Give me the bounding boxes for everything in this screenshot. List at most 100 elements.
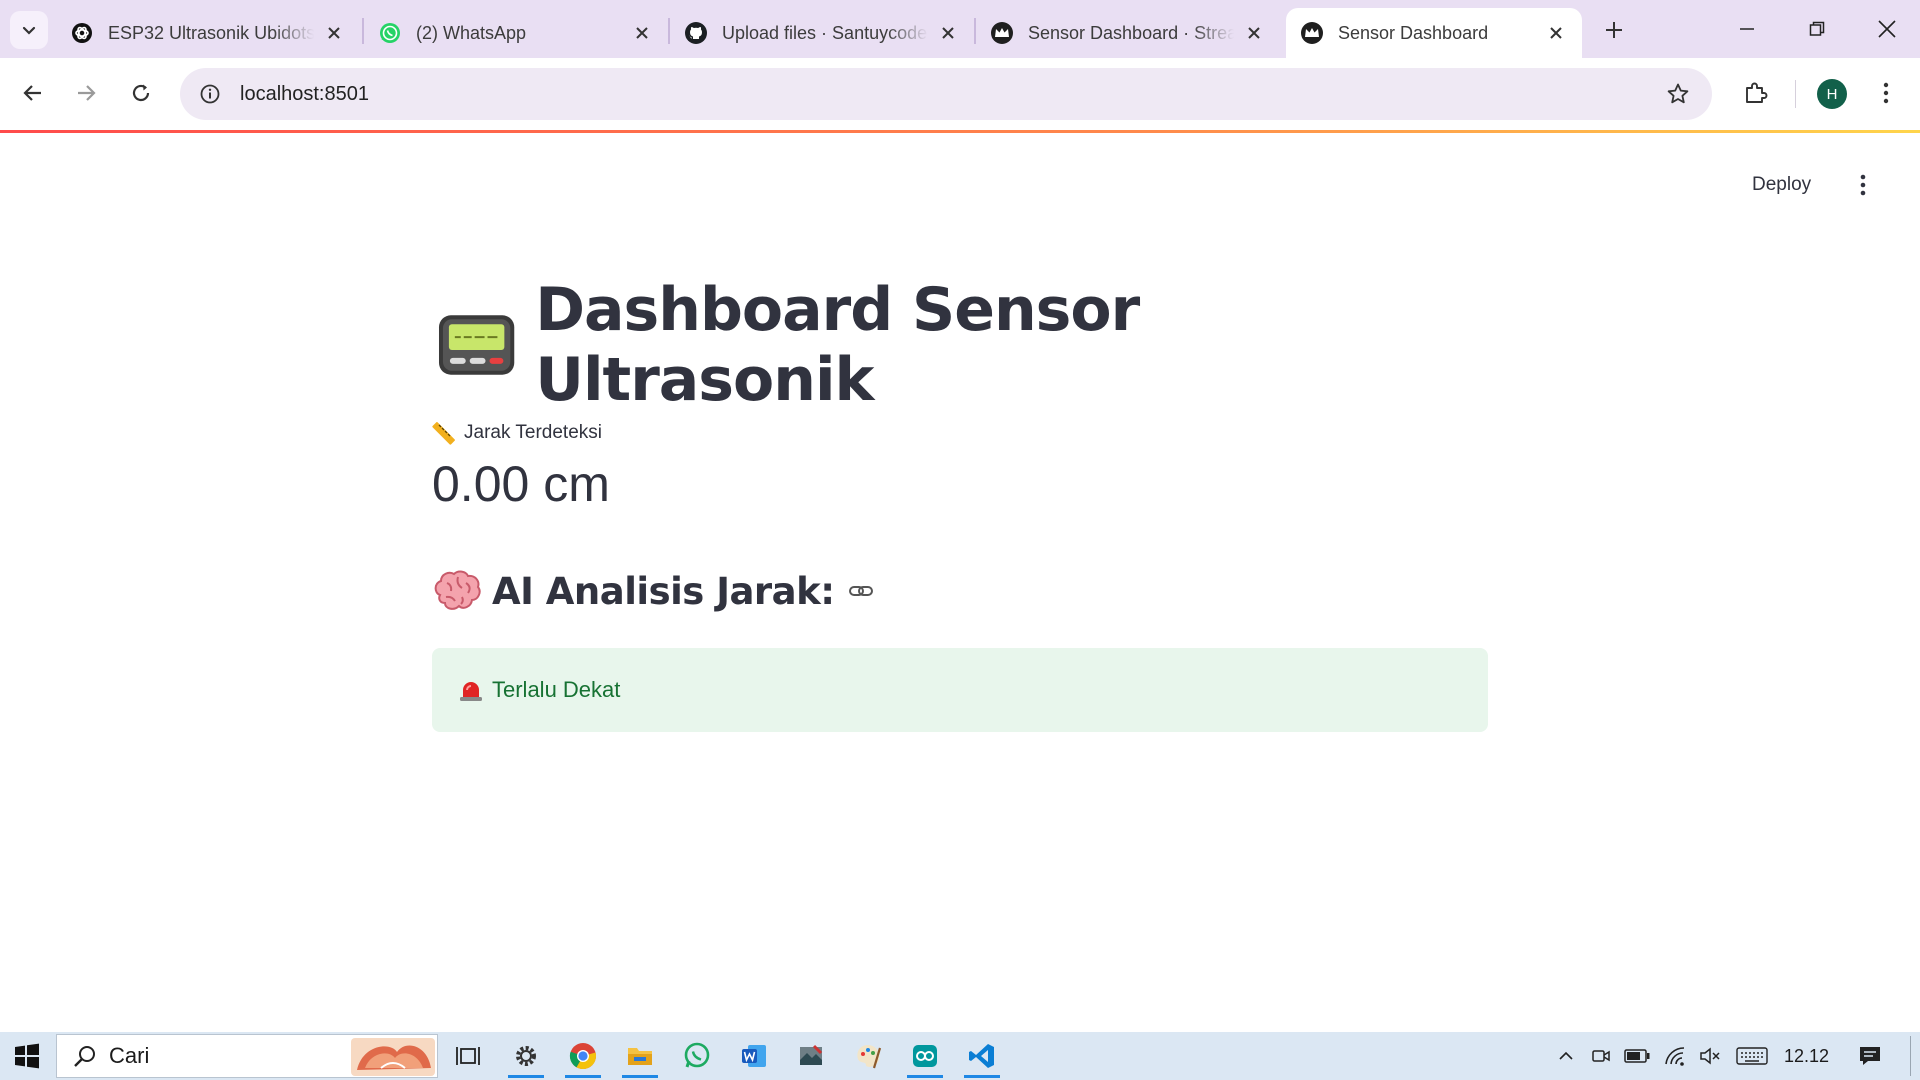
close-icon[interactable] xyxy=(630,21,654,45)
start-button[interactable] xyxy=(0,1032,54,1080)
tab-title: Sensor Dashboard · Streamlit xyxy=(1028,22,1234,43)
openai-icon xyxy=(70,21,94,45)
forward-button[interactable] xyxy=(65,72,107,114)
taskbar-vscode-app[interactable] xyxy=(956,1032,1008,1080)
analysis-result-alert: Terlalu Dekat xyxy=(432,648,1488,732)
tray-meet-now[interactable] xyxy=(1588,1032,1614,1080)
streamlit-decoration-bar xyxy=(0,130,1920,133)
tray-battery[interactable] xyxy=(1622,1032,1652,1080)
file-explorer-icon xyxy=(628,1048,652,1065)
reload-button[interactable] xyxy=(120,72,162,114)
tab-strip: ESP32 Ultrasonik Ubidots (2) WhatsApp Up… xyxy=(0,0,1920,58)
whatsapp-icon xyxy=(684,1042,710,1068)
arrow-left-icon xyxy=(23,85,41,101)
minimize-button[interactable] xyxy=(1712,0,1782,58)
metric-value: 0.00 cm xyxy=(432,456,610,512)
tab-title: Sensor Dashboard xyxy=(1338,22,1489,43)
site-info-icon[interactable] xyxy=(184,68,236,120)
browser-tab[interactable]: Upload files · Santuycode xyxy=(670,8,974,58)
whatsapp-icon xyxy=(378,21,402,45)
wifi-icon xyxy=(1665,1047,1685,1066)
tab-search-button[interactable] xyxy=(10,11,48,49)
running-indicator xyxy=(964,1075,1000,1078)
close-icon[interactable] xyxy=(936,21,960,45)
arrow-right-icon xyxy=(78,85,96,101)
back-button[interactable] xyxy=(12,72,54,114)
deploy-button[interactable]: Deploy xyxy=(1740,168,1823,202)
notification-center-button[interactable] xyxy=(1848,1032,1892,1080)
analysis-heading: AI Analisis Jarak: xyxy=(432,564,1488,618)
paint-icon xyxy=(857,1045,882,1069)
chrome-icon xyxy=(569,1043,596,1070)
taskbar-whatsapp-app[interactable] xyxy=(671,1032,723,1080)
taskbar-pinned-app[interactable] xyxy=(785,1032,837,1080)
chevron-down-icon xyxy=(22,26,36,35)
arduino-icon xyxy=(913,1045,937,1067)
vscode-icon xyxy=(969,1044,994,1068)
battery-icon xyxy=(1624,1049,1650,1063)
streamlit-crown-icon xyxy=(990,21,1014,45)
link-icon[interactable] xyxy=(847,577,875,605)
running-indicator xyxy=(508,1075,544,1078)
minimize-icon xyxy=(1740,28,1754,30)
settings-icon xyxy=(516,1046,536,1066)
task-view-icon xyxy=(456,1047,480,1065)
taskbar-chrome-app[interactable] xyxy=(557,1032,609,1080)
kebab-menu-icon xyxy=(1860,174,1866,196)
extensions-button[interactable] xyxy=(1735,72,1777,114)
metric-label-text: Jarak Terdeteksi xyxy=(464,422,602,443)
close-icon[interactable] xyxy=(1544,21,1568,45)
show-hidden-icons-button[interactable] xyxy=(1552,1032,1580,1080)
taskbar-paint-app[interactable] xyxy=(842,1032,894,1080)
browser-tab[interactable]: ESP32 Ultrasonik Ubidots xyxy=(56,8,360,58)
taskbar-search-box[interactable]: Cari xyxy=(56,1034,438,1078)
profile-avatar[interactable]: H xyxy=(1817,79,1847,109)
bookmark-star-icon[interactable] xyxy=(1664,80,1692,108)
browser-toolbar: localhost:8501 H xyxy=(0,58,1920,130)
taskbar-word-app[interactable] xyxy=(728,1032,780,1080)
close-icon xyxy=(1878,20,1896,38)
close-icon[interactable] xyxy=(1242,21,1266,45)
search-icon xyxy=(63,1034,107,1078)
analysis-heading-text: AI Analisis Jarak: xyxy=(492,569,835,613)
word-icon xyxy=(742,1045,766,1067)
brain-icon xyxy=(434,570,481,610)
page-title-text: Dashboard Sensor Ultrasonik xyxy=(535,275,1140,415)
new-tab-button[interactable] xyxy=(1596,12,1632,48)
task-view-button[interactable] xyxy=(442,1032,494,1080)
restore-icon xyxy=(1809,21,1825,36)
browser-tab[interactable]: Sensor Dashboard · Streamlit xyxy=(976,8,1280,58)
tray-volume[interactable] xyxy=(1696,1032,1724,1080)
tab-title: Upload files · Santuycode xyxy=(722,22,928,43)
metric-label: Jarak Terdeteksi xyxy=(432,418,1488,448)
browser-menu-button[interactable] xyxy=(1868,72,1904,114)
browser-tab[interactable]: (2) WhatsApp xyxy=(364,8,668,58)
tray-network[interactable] xyxy=(1660,1032,1690,1080)
show-desktop-button[interactable] xyxy=(1910,1036,1911,1076)
windows-taskbar: Cari 12.12 xyxy=(0,1032,1920,1080)
main-content: Dashboard Sensor Ultrasonik Jarak Terdet… xyxy=(432,275,1488,732)
page-title: Dashboard Sensor Ultrasonik xyxy=(432,275,1488,415)
app-main-menu-button[interactable] xyxy=(1846,166,1880,204)
tab-title: (2) WhatsApp xyxy=(416,22,527,43)
restore-button[interactable] xyxy=(1782,0,1852,58)
tray-touch-keyboard[interactable] xyxy=(1732,1032,1772,1080)
chevron-up-icon xyxy=(1559,1051,1573,1060)
close-icon[interactable] xyxy=(322,21,346,45)
taskbar-clock[interactable]: 12.12 xyxy=(1784,1032,1829,1080)
ruler-icon xyxy=(432,422,455,445)
github-icon xyxy=(684,21,708,45)
taskbar-settings-app[interactable] xyxy=(500,1032,552,1080)
pager-icon xyxy=(438,315,515,375)
windows-logo-icon xyxy=(15,1043,39,1069)
camera-icon xyxy=(1592,1050,1610,1062)
close-window-button[interactable] xyxy=(1852,0,1920,58)
address-bar[interactable]: localhost:8501 xyxy=(180,68,1712,120)
reload-icon xyxy=(132,84,150,102)
url-text[interactable]: localhost:8501 xyxy=(240,83,369,106)
browser-tab-active[interactable]: Sensor Dashboard xyxy=(1286,8,1582,58)
taskbar-arduino-app[interactable] xyxy=(899,1032,951,1080)
notification-icon xyxy=(1860,1047,1880,1065)
taskbar-file-explorer-app[interactable] xyxy=(614,1032,666,1080)
plus-icon xyxy=(1606,22,1622,38)
